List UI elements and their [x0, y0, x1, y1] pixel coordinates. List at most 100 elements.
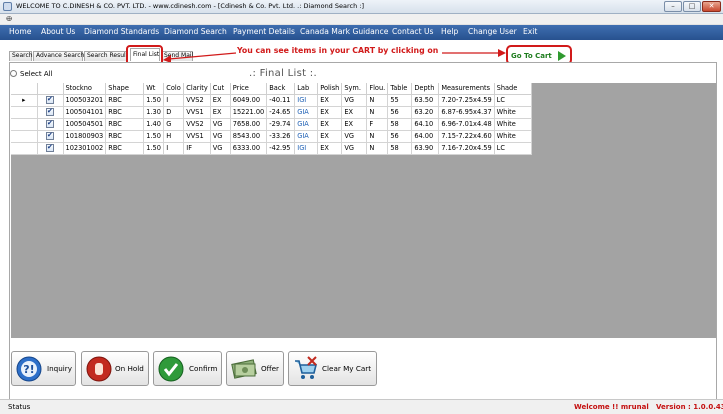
- column-header[interactable]: Sym.: [341, 83, 368, 95]
- table-row[interactable]: ▸100503201RBC1.50IVVS2EX6049.00-40.11IGI…: [11, 94, 532, 107]
- table-cell: 6333.00: [230, 142, 268, 155]
- inquiry-label: Inquiry: [47, 364, 72, 373]
- menu-canada-mark-guidance[interactable]: Canada Mark Guidance: [300, 27, 388, 36]
- table-cell: VG: [341, 94, 368, 107]
- column-header[interactable]: Colo: [163, 83, 185, 95]
- select-all-label: Select All: [20, 70, 53, 78]
- confirm-button[interactable]: Confirm: [153, 351, 222, 386]
- tab-advance-search[interactable]: Advance Search: [33, 51, 84, 61]
- system-menu-icon[interactable]: ⴲ: [6, 15, 12, 23]
- table-cell: EX: [317, 142, 343, 155]
- table-cell: 6049.00: [230, 94, 268, 107]
- on-hold-button[interactable]: On Hold: [81, 351, 149, 386]
- column-header[interactable]: Flou.: [366, 83, 389, 95]
- table-cell: VG: [210, 142, 231, 155]
- column-header[interactable]: Shape: [105, 83, 145, 95]
- column-header[interactable]: Polish: [317, 83, 343, 95]
- version-text: Version : 1.0.0.43: [656, 403, 723, 411]
- column-header[interactable]: Back: [266, 83, 296, 95]
- table-cell: -24.65: [266, 106, 296, 119]
- table-cell: IGI: [294, 142, 319, 155]
- shopping-cart-icon: [295, 356, 318, 379]
- table-cell: GIA: [294, 130, 319, 143]
- system-strip: ⴲ: [0, 14, 723, 25]
- table-cell: 6.96-7.01x4.48: [438, 118, 495, 131]
- table-cell: 64.00: [411, 130, 440, 143]
- row-selector[interactable]: [11, 106, 38, 119]
- table-row[interactable]: 100504101RBC1.30DVVS1EX15221.00-24.65GIA…: [11, 106, 532, 119]
- menu-diamond-search[interactable]: Diamond Search: [164, 27, 227, 36]
- menu-diamond-standards[interactable]: Diamond Standards: [84, 27, 159, 36]
- column-header[interactable]: Clarity: [183, 83, 211, 95]
- table-cell: IGI: [294, 94, 319, 107]
- table-cell: 1.50: [143, 142, 165, 155]
- cart-annotation: You can see items in your CART by clicki…: [237, 46, 439, 55]
- table-cell: 58: [387, 142, 413, 155]
- table-cell: N: [366, 106, 389, 119]
- tab-search[interactable]: Search: [9, 51, 33, 61]
- select-all-radio[interactable]: [10, 70, 17, 77]
- table-cell: -33.26: [266, 130, 296, 143]
- table-cell: LC: [494, 142, 532, 155]
- table-cell: 63.20: [411, 106, 440, 119]
- column-header[interactable]: Cut: [210, 83, 231, 95]
- close-button[interactable]: ✕: [702, 1, 721, 12]
- clear-my-cart-button[interactable]: Clear My Cart: [288, 351, 377, 386]
- column-header[interactable]: Lab: [294, 83, 319, 95]
- row-checkbox[interactable]: [46, 131, 54, 140]
- menu-contact-us[interactable]: Contact Us: [392, 27, 433, 36]
- menu-change-user[interactable]: Change User: [468, 27, 517, 36]
- table-cell: 15221.00: [230, 106, 268, 119]
- page-title: .: Final List :.: [249, 68, 317, 79]
- row-checkbox[interactable]: [46, 119, 54, 128]
- table-cell: RBC: [105, 106, 145, 119]
- current-row-indicator-icon[interactable]: ▸: [11, 94, 38, 107]
- column-header[interactable]: Wt: [143, 83, 165, 95]
- row-checkbox[interactable]: [46, 107, 54, 116]
- tab-search-result[interactable]: Search Result: [84, 51, 128, 61]
- table-cell: White: [494, 106, 532, 119]
- minimize-button[interactable]: –: [664, 1, 682, 12]
- row-check-cell: [37, 118, 64, 131]
- table-row[interactable]: 102301002RBC1.50IIFVG6333.00-42.95IGIEXV…: [11, 142, 532, 155]
- menu-bar: Home About Us Diamond Standards Diamond …: [0, 25, 723, 40]
- table-cell: EX: [341, 106, 368, 119]
- row-checkbox[interactable]: [46, 95, 54, 104]
- menu-home[interactable]: Home: [9, 27, 31, 36]
- table-cell: 7.20-7.25x4.59: [438, 94, 495, 107]
- table-cell: VVS1: [183, 130, 211, 143]
- row-checkbox[interactable]: [46, 143, 54, 152]
- column-header[interactable]: Depth: [411, 83, 440, 95]
- status-text: Status: [8, 403, 31, 411]
- menu-about-us[interactable]: About Us: [41, 27, 75, 36]
- column-header[interactable]: Measurements: [438, 83, 495, 95]
- table-row[interactable]: 100504501RBC1.40GVVS2VG7658.00-29.74GIAE…: [11, 118, 532, 131]
- row-selector[interactable]: [11, 130, 38, 143]
- inquiry-button[interactable]: ?! Inquiry: [11, 351, 76, 386]
- check-mark-icon: [158, 356, 184, 382]
- menu-help[interactable]: Help: [441, 27, 458, 36]
- table-cell: -29.74: [266, 118, 296, 131]
- column-header[interactable]: Stockno: [63, 83, 107, 95]
- offer-button[interactable]: Offer: [226, 351, 284, 386]
- table-row[interactable]: 101800903RBC1.50HVVS1VG8543.00-33.26GIAE…: [11, 130, 532, 143]
- maximize-button[interactable]: □: [683, 1, 701, 12]
- column-header[interactable]: Shade: [494, 83, 532, 95]
- table-cell: 1.50: [143, 94, 165, 107]
- row-selector[interactable]: [11, 142, 38, 155]
- column-header[interactable]: Table: [387, 83, 413, 95]
- table-cell: EX: [341, 118, 368, 131]
- play-arrow-icon: [558, 51, 566, 61]
- table-cell: 56: [387, 130, 413, 143]
- check-column-header: [37, 83, 64, 95]
- confirm-label: Confirm: [189, 364, 218, 373]
- on-hold-label: On Hold: [115, 364, 144, 373]
- select-all-option[interactable]: Select All: [10, 70, 53, 80]
- table-cell: VVS2: [183, 94, 211, 107]
- menu-payment-details[interactable]: Payment Details: [233, 27, 295, 36]
- user-name: mrunal: [620, 403, 649, 411]
- row-selector[interactable]: [11, 118, 38, 131]
- column-header[interactable]: Price: [230, 83, 268, 95]
- table-cell: RBC: [105, 94, 145, 107]
- menu-exit[interactable]: Exit: [523, 27, 537, 36]
